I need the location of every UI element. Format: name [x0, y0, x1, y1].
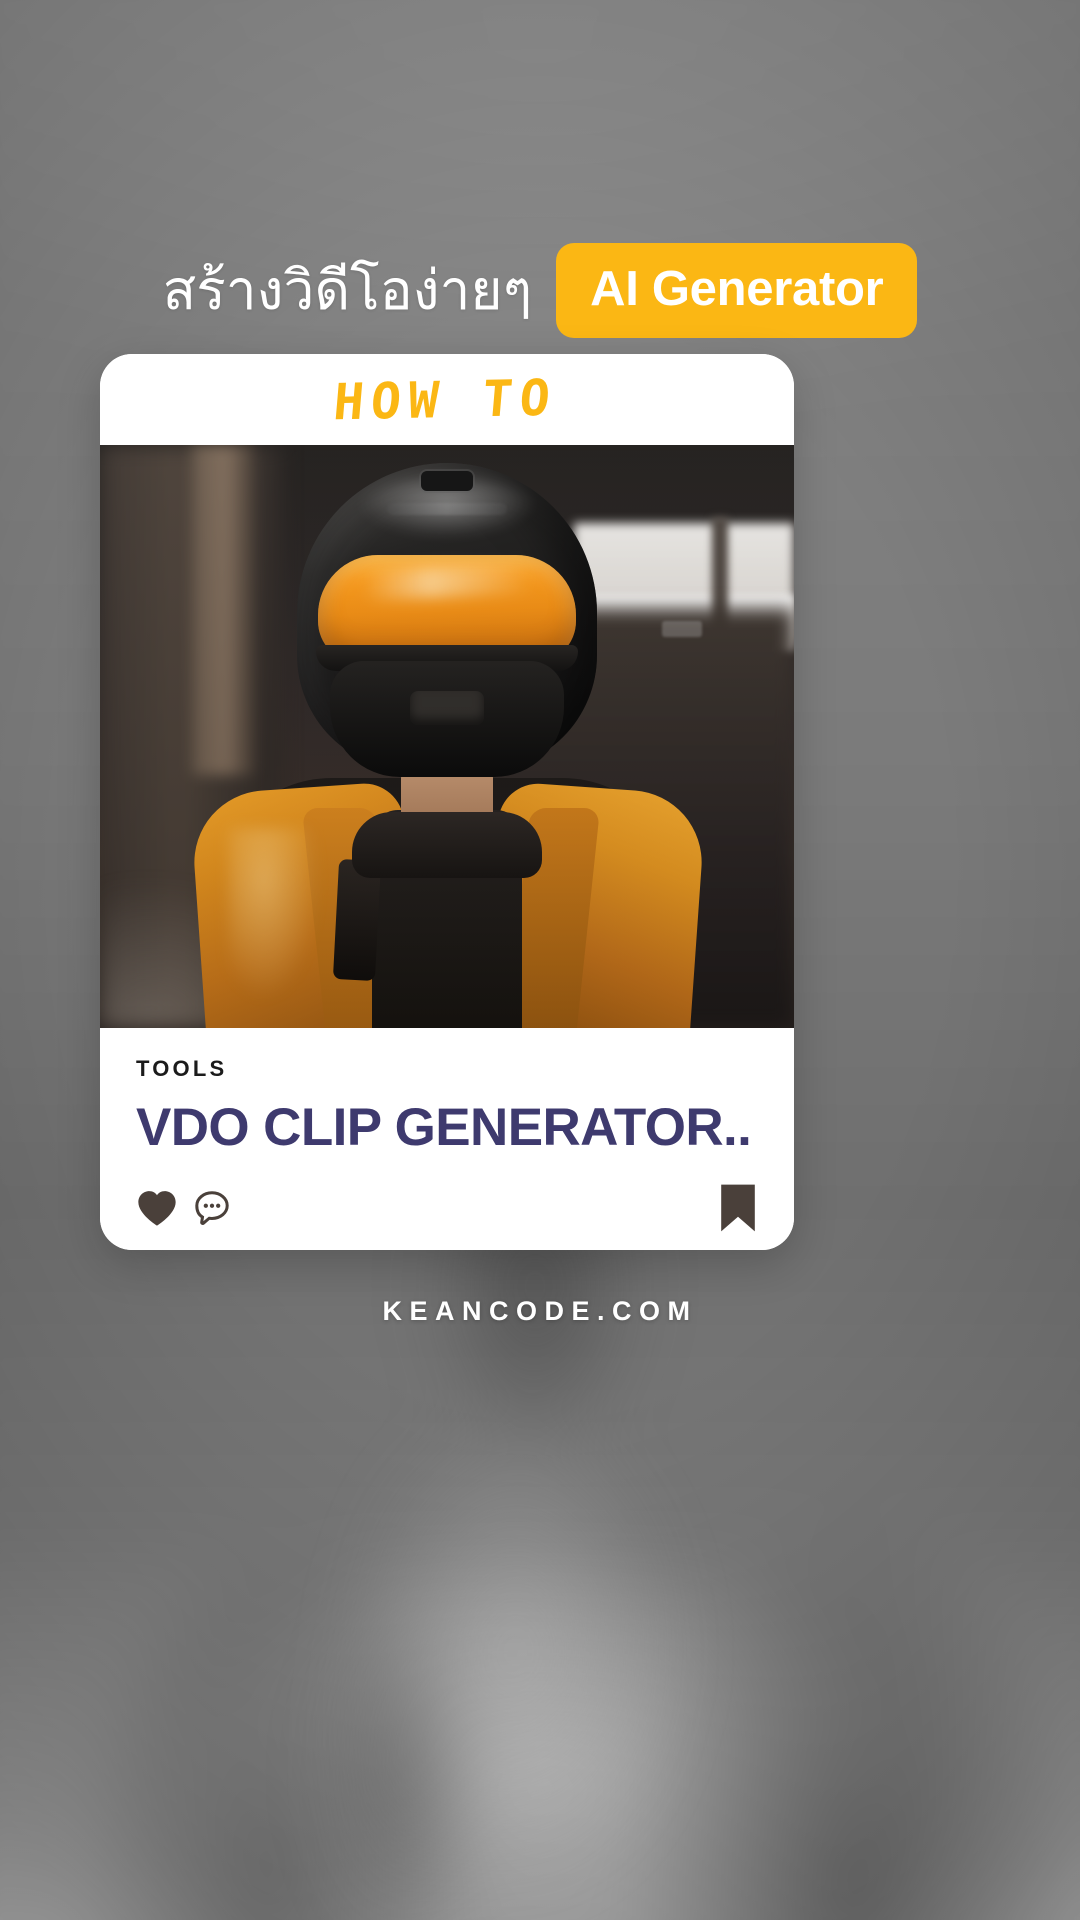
- helmet-chin-vent: [410, 691, 484, 725]
- howto-strip: HOW TO: [100, 354, 794, 445]
- photo-scene: [100, 445, 794, 1028]
- figure-collar: [352, 812, 542, 878]
- card-action-row: [136, 1182, 758, 1234]
- bookmark-icon[interactable]: [718, 1182, 758, 1234]
- card-caption-area: TOOLS VDO CLIP GENERATOR..: [100, 1028, 794, 1250]
- howto-label: HOW TO: [331, 368, 559, 431]
- helmet-top-vent: [421, 471, 473, 491]
- card-category-label: TOOLS: [136, 1056, 228, 1081]
- header-thai-text: สร้างวิดีโอง่ายๆ: [162, 258, 533, 321]
- post-card[interactable]: HOW TO TOOLS VDO CLIP GENERATOR..: [100, 354, 794, 1250]
- header-row: สร้างวิดีโอง่ายๆ AI Generator: [0, 243, 1080, 338]
- site-url: KEANCODE.COM: [382, 1296, 698, 1326]
- comment-icon[interactable]: [192, 1189, 232, 1227]
- visor-brand-mark: [662, 621, 702, 637]
- card-action-left-group: [136, 1189, 232, 1227]
- figure-sleeve-highlight: [228, 828, 318, 998]
- card-title[interactable]: VDO CLIP GENERATOR..: [136, 1099, 758, 1156]
- post-photo[interactable]: [100, 445, 794, 1028]
- ai-generator-badge[interactable]: AI Generator: [556, 243, 918, 338]
- footer: KEANCODE.COM: [0, 1296, 1080, 1327]
- photo-figure: [100, 445, 794, 1028]
- heart-icon[interactable]: [136, 1189, 178, 1227]
- helmet-seam: [387, 503, 507, 515]
